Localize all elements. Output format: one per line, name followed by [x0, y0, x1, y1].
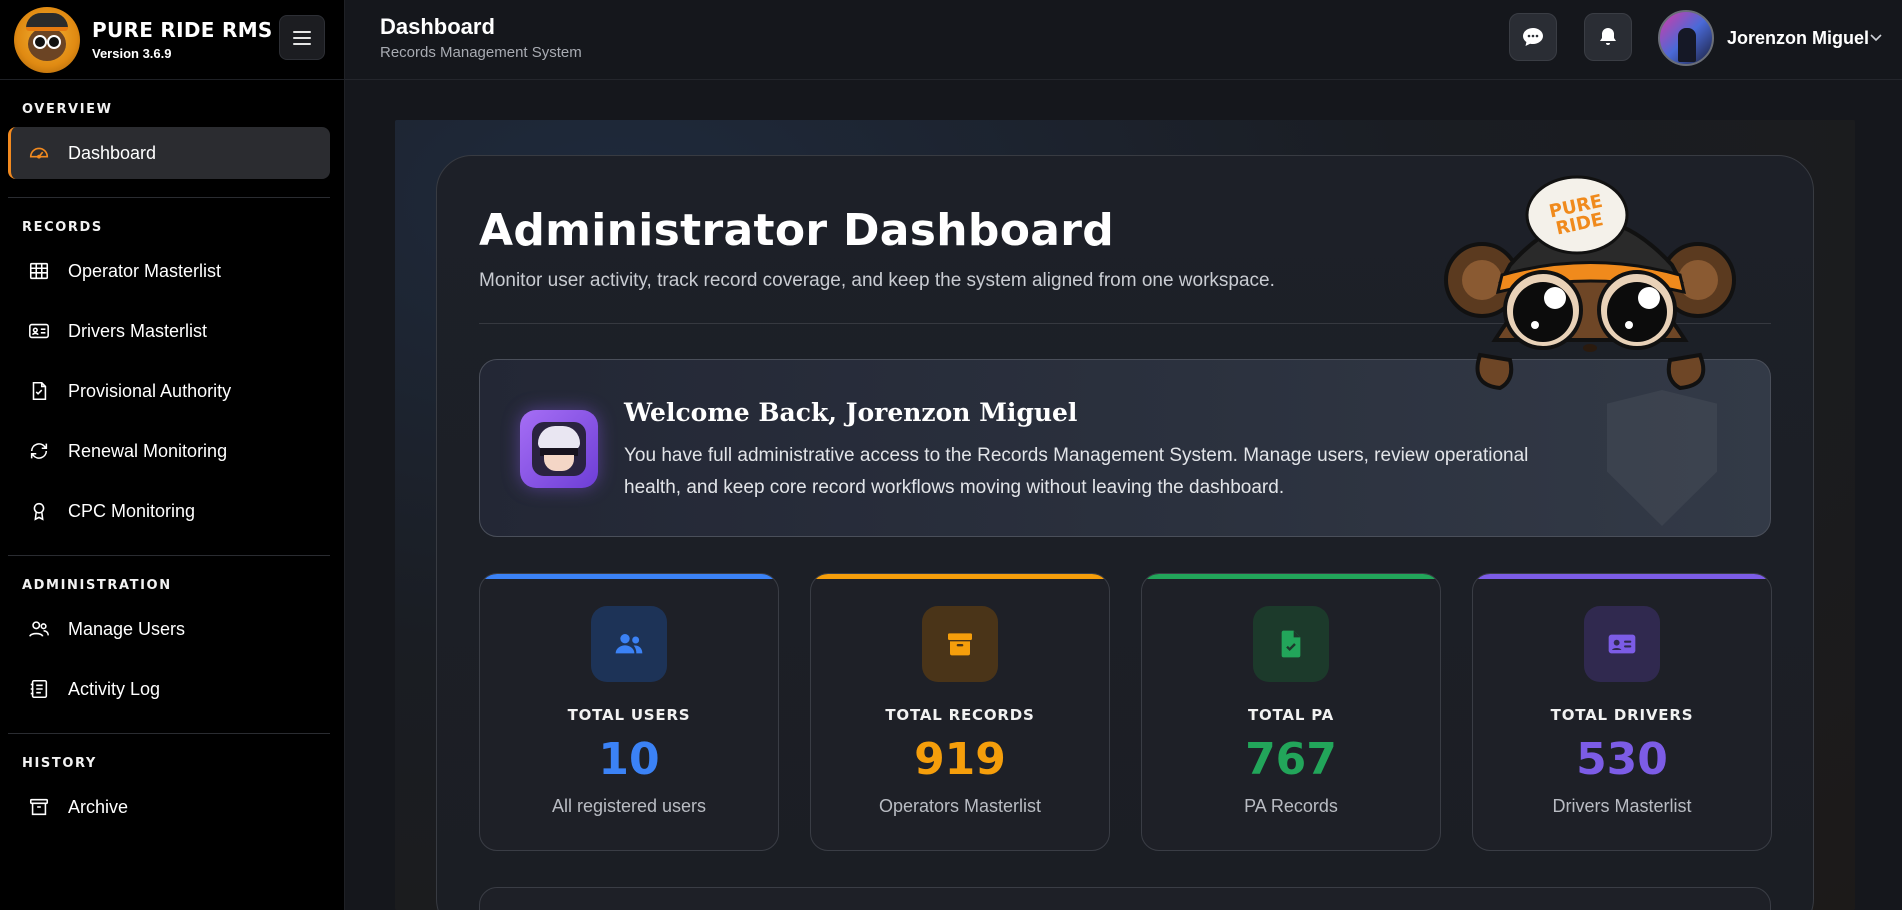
id-card-icon — [1584, 606, 1660, 682]
sidebar-item-manage-users[interactable]: Manage Users — [8, 603, 330, 655]
archive-icon — [28, 796, 50, 818]
brand-logo — [14, 6, 80, 73]
sidebar-item-cpc-monitoring[interactable]: CPC Monitoring — [8, 485, 330, 537]
sidebar-item-provisional-authority[interactable]: Provisional Authority — [8, 365, 330, 417]
stat-label: TOTAL USERS — [567, 706, 691, 724]
section-title-history: HISTORY — [22, 756, 97, 771]
table-icon — [28, 260, 50, 282]
dashboard-subtitle: Monitor user activity, track record cove… — [479, 270, 1275, 291]
notifications-button[interactable] — [1584, 13, 1632, 61]
divider — [8, 555, 330, 556]
user-name[interactable]: Jorenzon Miguel — [1727, 28, 1869, 49]
gauge-icon — [28, 142, 50, 164]
sidebar-item-archive[interactable]: Archive — [8, 781, 330, 833]
chat-icon — [1523, 28, 1543, 46]
sidebar-item-label: Operator Masterlist — [68, 260, 222, 281]
page-subtitle: Records Management System — [380, 44, 582, 61]
top-header: Dashboard Records Management System Jore… — [345, 0, 1902, 80]
messages-button[interactable] — [1509, 13, 1557, 61]
bell-icon — [1600, 28, 1616, 45]
sidebar-item-activity-log[interactable]: Activity Log — [8, 663, 330, 715]
sidebar-nav: OVERVIEW Dashboard RECORDS Operator Mast… — [0, 102, 344, 833]
stat-label: TOTAL PA — [1247, 706, 1335, 724]
sidebar-item-label: Archive — [68, 796, 129, 817]
sidebar-item-drivers-masterlist[interactable]: Drivers Masterlist — [8, 305, 330, 357]
stat-description: Operators Masterlist — [878, 796, 1042, 816]
sidebar-item-operator-masterlist[interactable]: Operator Masterlist — [8, 245, 330, 297]
welcome-title: Welcome Back, Jorenzon Miguel — [624, 398, 1078, 427]
lower-panel — [479, 887, 1771, 910]
sidebar-item-label: Manage Users — [68, 618, 186, 639]
divider — [8, 733, 330, 734]
stat-value: 10 — [598, 734, 660, 785]
id-card-icon — [28, 320, 50, 342]
archive-box-icon — [922, 606, 998, 682]
stat-value: 919 — [914, 734, 1006, 785]
stat-description: PA Records — [1244, 796, 1338, 816]
stat-card-total-records: TOTAL RECORDS 919 Operators Masterlist — [810, 573, 1110, 851]
file-check-icon — [28, 380, 50, 402]
sidebar-item-label: CPC Monitoring — [68, 500, 196, 521]
award-icon — [28, 500, 50, 522]
section-title-records: RECORDS — [22, 220, 103, 235]
stat-card-total-drivers: TOTAL DRIVERS 530 Drivers Masterlist — [1472, 573, 1772, 851]
shield-icon — [1607, 390, 1717, 526]
sidebar: PURE RIDE RMS Version 3.6.9 OVERVIEW Das… — [0, 0, 345, 910]
stat-label: TOTAL DRIVERS — [1550, 706, 1694, 724]
stat-card-total-users: TOTAL USERS 10 All registered users — [479, 573, 779, 851]
divider — [8, 197, 330, 198]
monkey-mascot: PURERIDE — [1444, 175, 1736, 391]
refresh-icon — [28, 440, 50, 462]
sidebar-item-label: Renewal Monitoring — [68, 440, 228, 461]
dashboard-title: Administrator Dashboard — [479, 205, 1115, 256]
log-icon — [28, 678, 50, 700]
sidebar-item-label: Provisional Authority — [68, 380, 232, 401]
stat-description: All registered users — [551, 796, 707, 816]
section-title-overview: OVERVIEW — [22, 102, 113, 117]
welcome-avatar — [520, 410, 598, 488]
stat-card-total-pa: TOTAL PA 767 PA Records — [1141, 573, 1441, 851]
document-check-icon — [1253, 606, 1329, 682]
brand-version: Version 3.6.9 — [92, 46, 172, 61]
welcome-text: You have full administrative access to t… — [624, 445, 1529, 498]
sidebar-item-label: Drivers Masterlist — [68, 320, 208, 341]
sidebar-item-label: Activity Log — [68, 678, 161, 699]
hamburger-icon — [293, 30, 311, 45]
sidebar-item-label: Dashboard — [68, 142, 157, 163]
sidebar-item-renewal-monitoring[interactable]: Renewal Monitoring — [8, 425, 330, 477]
users-icon — [28, 618, 50, 640]
stat-value: 530 — [1576, 734, 1668, 785]
stat-description: Drivers Masterlist — [1552, 796, 1692, 816]
chevron-down-icon[interactable] — [1868, 29, 1884, 45]
section-title-administration: ADMINISTRATION — [22, 578, 172, 593]
sidebar-item-dashboard[interactable]: Dashboard — [8, 127, 330, 179]
user-avatar[interactable] — [1658, 10, 1714, 66]
stat-label: TOTAL RECORDS — [885, 706, 1035, 724]
users-icon — [591, 606, 667, 682]
stat-value: 767 — [1245, 734, 1337, 785]
sidebar-toggle-button[interactable] — [279, 15, 325, 60]
brand-name: PURE RIDE RMS — [92, 18, 273, 42]
page-title: Dashboard — [380, 14, 495, 39]
